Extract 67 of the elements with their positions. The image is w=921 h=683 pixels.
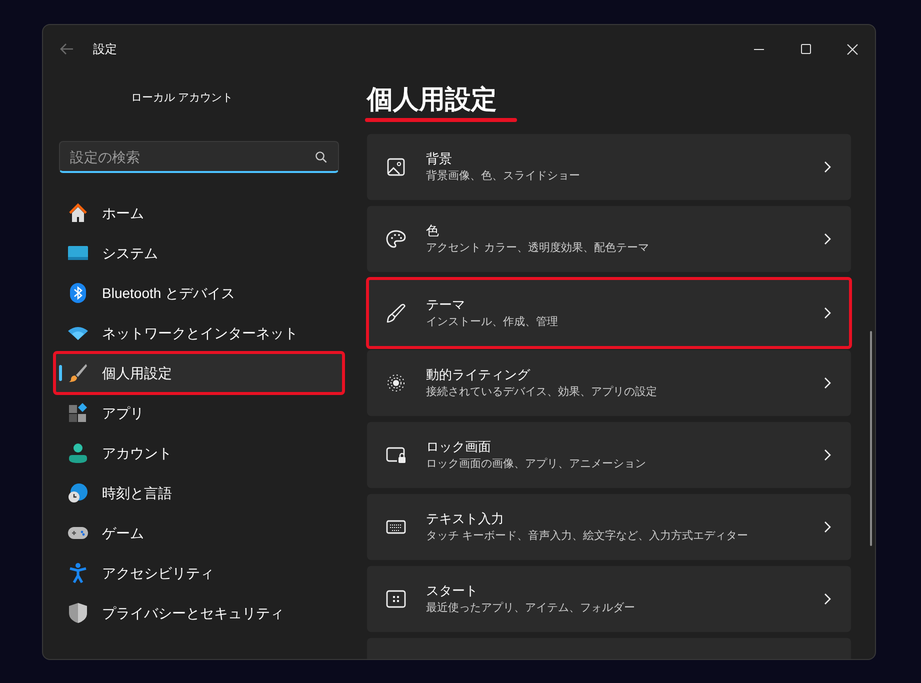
account-name: ローカル アカウント xyxy=(131,92,234,104)
close-icon[interactable] xyxy=(847,44,858,54)
card-title: テーマ xyxy=(426,296,465,314)
sidebar-item[interactable]: ホーム xyxy=(59,195,339,231)
window-title: 設定 xyxy=(93,41,117,58)
sidebar-item[interactable]: 個人用設定 xyxy=(53,351,345,395)
bluetooth-icon xyxy=(70,283,86,303)
settings-card[interactable]: テーマ インストール、作成、管理 xyxy=(366,277,852,349)
person-icon xyxy=(69,443,87,463)
monitor-icon xyxy=(68,245,88,261)
settings-card[interactable]: ロック画面 ロック画面の画像、アプリ、アニメーション xyxy=(367,422,851,488)
paintbrush-icon xyxy=(68,363,88,383)
card-title: テキスト入力 xyxy=(426,510,504,528)
back-arrow-icon[interactable] xyxy=(60,43,74,55)
card-description: ロック画面の画像、アプリ、アニメーション xyxy=(426,456,646,472)
accessibility-person-icon xyxy=(69,563,87,583)
settings-card[interactable]: スタート 最近使ったアプリ、アイテム、フォルダー xyxy=(367,566,851,632)
card-title: 背景 xyxy=(426,150,452,168)
chevron-right-icon xyxy=(824,377,831,389)
card-title: 動的ライティング xyxy=(426,366,530,384)
gamepad-icon xyxy=(68,526,88,540)
globe-clock-icon xyxy=(68,483,88,503)
chevron-right-icon xyxy=(824,449,831,461)
card-description: 接続されているデバイス、効果、アプリの設定 xyxy=(426,384,657,400)
search-field[interactable]: 設定の検索 xyxy=(59,141,339,173)
app-tiles-icon xyxy=(68,403,88,423)
chevron-right-icon xyxy=(824,233,831,245)
settings-card[interactable]: テキスト入力 タッチ キーボード、音声入力、絵文字など、入力方式エディター xyxy=(367,494,851,560)
chevron-right-icon xyxy=(824,593,831,605)
page-heading: 個人用設定 xyxy=(367,83,497,116)
search-icon xyxy=(315,151,327,163)
palette-icon xyxy=(386,230,406,248)
card-description: 背景画像、色、スライドショー xyxy=(426,168,580,184)
sidebar-item[interactable]: プライバシーとセキュリティ xyxy=(59,595,339,631)
scrollbar[interactable] xyxy=(870,331,872,546)
sidebar-item[interactable]: ネットワークとインターネット xyxy=(59,315,339,351)
card-description: アクセント カラー、透明度効果、配色テーマ xyxy=(426,240,650,256)
selection-indicator xyxy=(59,365,62,381)
chevron-right-icon xyxy=(824,161,831,173)
settings-card[interactable]: 背景 背景画像、色、スライドショー xyxy=(367,134,851,200)
shield-icon xyxy=(69,603,87,623)
card-description: タッチ キーボード、音声入力、絵文字など、入力方式エディター xyxy=(426,528,748,544)
keyboard-icon xyxy=(386,519,406,535)
sidebar-item[interactable]: アクセシビリティ xyxy=(59,555,339,591)
start-menu-icon xyxy=(386,590,406,608)
sidebar-item[interactable]: アプリ xyxy=(59,395,339,431)
house-icon xyxy=(68,203,88,223)
maximize-icon[interactable] xyxy=(801,44,811,54)
brush-icon xyxy=(386,303,406,323)
picture-icon xyxy=(387,158,405,176)
settings-card[interactable]: 色 アクセント カラー、透明度効果、配色テーマ xyxy=(367,206,851,272)
card-title: 色 xyxy=(426,222,439,240)
sidebar-item[interactable]: 時刻と言語 xyxy=(59,475,339,511)
settings-card[interactable]: 動的ライティング 接続されているデバイス、効果、アプリの設定 xyxy=(367,350,851,416)
sidebar-item[interactable]: システム xyxy=(59,235,339,271)
sidebar-item[interactable]: Bluetooth とデバイス xyxy=(59,275,339,311)
chevron-right-icon xyxy=(824,307,831,319)
sidebar-item[interactable]: アカウント xyxy=(59,435,339,471)
card-description: 最近使ったアプリ、アイテム、フォルダー xyxy=(426,600,635,616)
card-title: ロック画面 xyxy=(426,438,491,456)
chevron-right-icon xyxy=(824,521,831,533)
card-title: スタート xyxy=(426,582,478,600)
lock-screen-icon xyxy=(386,446,406,464)
wifi-icon xyxy=(68,326,88,340)
sidebar-item[interactable]: ゲーム xyxy=(59,515,339,551)
light-rays-icon xyxy=(386,373,406,393)
card-description: インストール、作成、管理 xyxy=(426,315,558,330)
